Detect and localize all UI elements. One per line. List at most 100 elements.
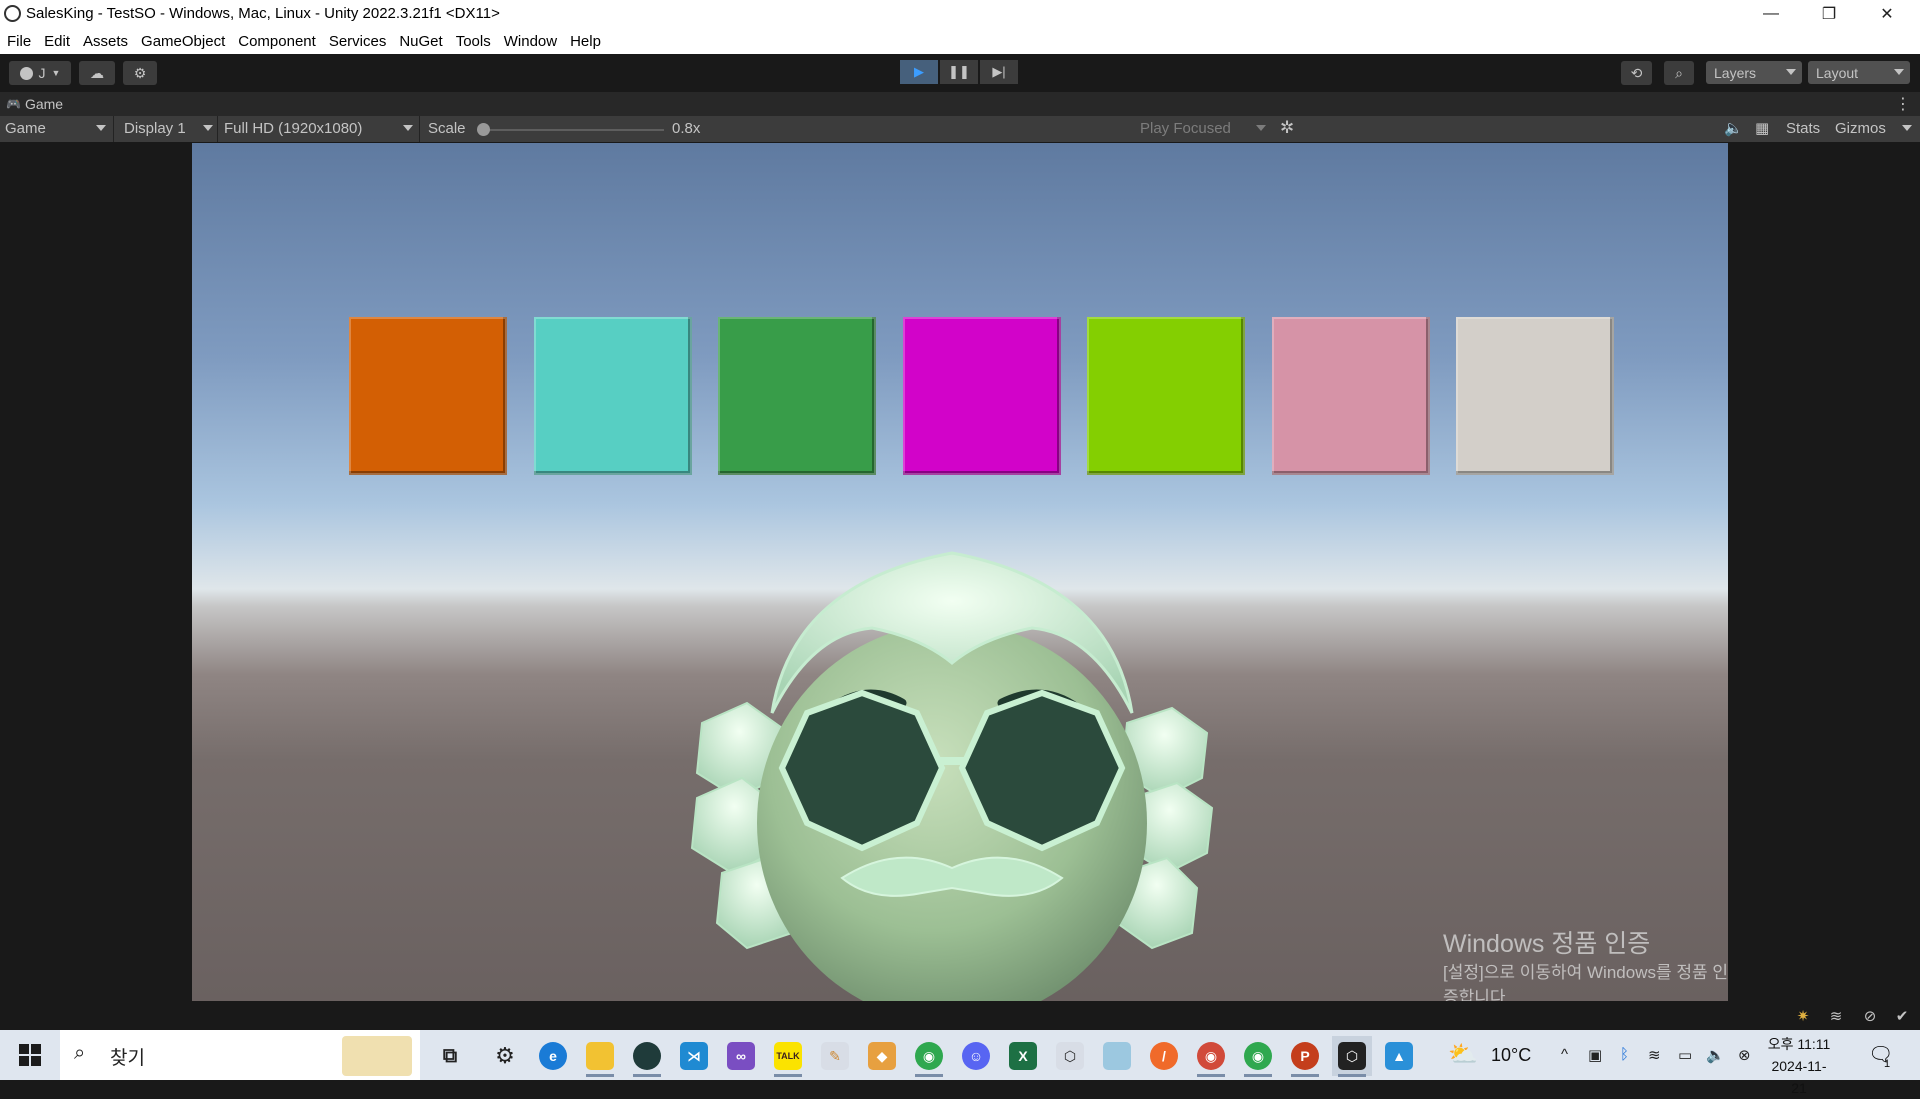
taskbar-photos[interactable]: ▲ (1379, 1036, 1419, 1076)
network-icon[interactable]: ▣ (1588, 1046, 1602, 1064)
grid-icon[interactable]: ▦ (1755, 119, 1769, 137)
minimize-button[interactable]: — (1742, 0, 1800, 28)
menu-services[interactable]: Services (329, 33, 387, 50)
menu-window[interactable]: Window (504, 33, 557, 50)
color-swatch (534, 317, 692, 475)
resolution-dropdown[interactable]: Full HD (1920x1080) (224, 120, 362, 137)
game-mode-dropdown[interactable]: Game (5, 120, 46, 137)
chevron-down-icon (1786, 69, 1796, 75)
check-icon[interactable]: ✔ (1893, 1007, 1911, 1025)
gear-icon: ⚙ (495, 1043, 515, 1068)
taskbar-app-blue[interactable] (1097, 1036, 1137, 1076)
battery-icon[interactable]: ▭ (1678, 1046, 1692, 1064)
paint-icon: ✎ (821, 1042, 849, 1070)
start-button[interactable] (0, 1030, 60, 1080)
menu-help[interactable]: Help (570, 33, 601, 50)
menu-nuget[interactable]: NuGet (399, 33, 442, 50)
menu-component[interactable]: Component (238, 33, 316, 50)
taskbar-chrome[interactable]: ◉ (909, 1036, 949, 1077)
weather-icon[interactable]: ⛅ (1448, 1040, 1478, 1069)
restore-button[interactable]: ❐ (1800, 0, 1858, 28)
wifi-icon[interactable]: ≋ (1648, 1046, 1661, 1064)
tab-game-label: Game (24, 96, 64, 112)
photos-icon: ▲ (1385, 1042, 1413, 1070)
taskbar-chrome-3[interactable]: ◉ (1238, 1036, 1278, 1077)
bug-icon[interactable]: ✲ (1280, 118, 1294, 138)
menu-tools[interactable]: Tools (456, 33, 491, 50)
taskbar-kakaotalk[interactable]: TALK (768, 1036, 808, 1077)
notes-icon (1103, 1042, 1131, 1070)
taskbar-vscode[interactable]: ⋊ (674, 1036, 714, 1076)
taskbar-git[interactable]: ◆ (862, 1036, 902, 1076)
history-icon: ⟲ (1630, 64, 1643, 81)
play-button[interactable]: ▶ (900, 60, 938, 84)
tab-game[interactable]: 🎮 Game (6, 96, 63, 112)
layout-dropdown[interactable]: Layout (1808, 61, 1910, 84)
volume-icon[interactable]: 🔈 (1706, 1046, 1725, 1064)
menu-gameobject[interactable]: GameObject (141, 33, 225, 50)
chevron-up-icon[interactable]: ^ (1561, 1046, 1568, 1063)
tab-menu-icon[interactable]: ⋮ (1895, 94, 1911, 114)
taskbar-app-orange[interactable]: / (1144, 1036, 1184, 1076)
game-viewport[interactable]: Windows 정품 인증 [설정]으로 이동하여 Windows를 정품 인증… (192, 143, 1728, 1001)
weather-temperature[interactable]: 10°C (1491, 1045, 1531, 1066)
chrome-icon: ◉ (915, 1042, 943, 1070)
play-focused-dropdown[interactable]: Play Focused (1140, 120, 1231, 137)
status-bar (0, 1002, 1920, 1030)
bluetooth-icon[interactable]: ᛒ (1620, 1046, 1629, 1063)
stack-icon[interactable]: ≋ (1827, 1007, 1845, 1025)
display-dropdown[interactable]: Display 1 (124, 120, 186, 137)
taskbar-discord[interactable]: ☺ (956, 1036, 996, 1076)
taskbar-settings[interactable]: ⚙ (485, 1036, 525, 1076)
vscode-icon: ⋊ (680, 1042, 708, 1070)
chrome-icon: ◉ (1197, 1042, 1225, 1070)
step-button[interactable]: ▶| (980, 60, 1018, 84)
character-model (690, 551, 1214, 1001)
cloud-button[interactable]: ☁ (79, 61, 115, 85)
stats-button[interactable]: Stats (1786, 120, 1820, 137)
taskbar-unity-hub[interactable]: ⬡ (1050, 1036, 1090, 1076)
task-view-button[interactable]: ⧉ (430, 1036, 470, 1076)
collab-settings-button[interactable]: ⚙ (123, 61, 157, 85)
settings-icon: ⚙ (133, 64, 147, 81)
taskbar-explorer[interactable] (580, 1036, 620, 1077)
folder-icon (586, 1042, 614, 1070)
menu-assets[interactable]: Assets (83, 33, 128, 50)
title-bar: SalesKing - TestSO - Windows, Mac, Linux… (0, 0, 1920, 28)
mute-icon[interactable]: ⊗ (1738, 1046, 1751, 1064)
account-dropdown[interactable]: J ▼ (9, 61, 71, 85)
excel-icon: X (1009, 1042, 1037, 1070)
account-icon (19, 66, 33, 80)
gizmos-button[interactable]: Gizmos (1835, 120, 1886, 137)
scale-label: Scale (428, 120, 466, 137)
layers-dropdown[interactable]: Layers (1706, 61, 1802, 84)
close-button[interactable]: ✕ (1858, 0, 1916, 28)
taskbar-search-input[interactable]: ⌕ 찾기 (60, 1030, 420, 1080)
taskbar-app-green[interactable] (627, 1036, 667, 1077)
divider (113, 116, 114, 142)
taskbar-visual-studio[interactable]: ∞ (721, 1036, 761, 1076)
taskbar-excel[interactable]: X (1003, 1036, 1043, 1076)
windows-logo-icon (19, 1044, 41, 1066)
taskbar-unity-editor[interactable]: ⬡ (1332, 1036, 1372, 1077)
unity-hub-icon: ⬡ (1056, 1042, 1084, 1070)
speaker-icon[interactable]: 🔈 (1724, 119, 1743, 137)
menu-edit[interactable]: Edit (44, 33, 70, 50)
taskbar-chrome-2[interactable]: ◉ (1191, 1036, 1231, 1077)
spinner-icon[interactable]: ✷ (1794, 1007, 1812, 1025)
taskbar-paint[interactable]: ✎ (815, 1036, 855, 1076)
chevron-down-icon: ▼ (51, 68, 61, 78)
color-swatch (1272, 317, 1430, 475)
no-network-icon[interactable]: ⊘ (1861, 1007, 1879, 1025)
search-button[interactable]: ⌕ (1664, 61, 1694, 85)
scale-slider[interactable] (480, 129, 664, 131)
menu-file[interactable]: File (7, 33, 31, 50)
chrome-icon: ◉ (1244, 1042, 1272, 1070)
scale-slider-handle[interactable] (477, 123, 490, 136)
taskbar-edge[interactable]: e (533, 1036, 573, 1076)
taskbar-powerpoint[interactable]: P (1285, 1036, 1325, 1077)
pause-button[interactable]: ❚❚ (940, 60, 978, 84)
unity-logo-icon (4, 5, 21, 22)
clock[interactable]: 오후 11:11 2024-11-21 (1764, 1033, 1834, 1099)
undo-history-button[interactable]: ⟲ (1621, 61, 1652, 85)
